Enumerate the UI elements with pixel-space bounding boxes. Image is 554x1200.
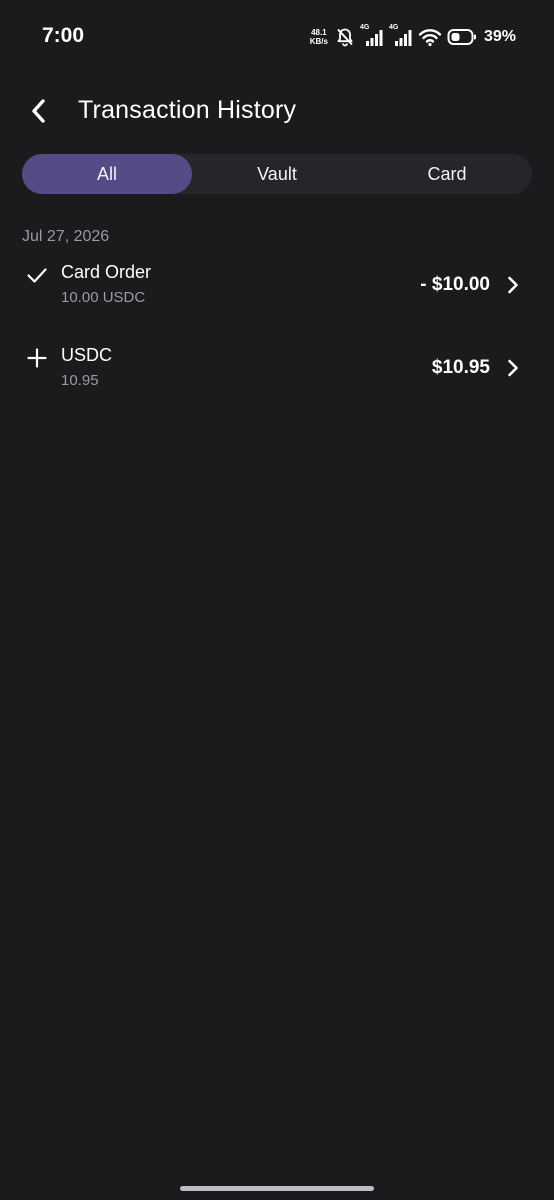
chevron-right-icon xyxy=(508,276,518,294)
wifi-icon xyxy=(418,29,442,47)
transaction-row-card-order[interactable]: Card Order 10.00 USDC - $10.00 xyxy=(0,258,554,318)
back-button[interactable] xyxy=(22,94,56,128)
home-indicator[interactable] xyxy=(180,1186,374,1191)
signal-bars-icon xyxy=(365,30,383,46)
chevron-right-icon xyxy=(508,359,518,377)
transaction-subtitle: 10.00 USDC xyxy=(61,289,146,306)
transaction-subtitle: 10.95 xyxy=(61,372,99,389)
transaction-title: Card Order xyxy=(61,262,152,282)
filter-tabs: All Vault Card xyxy=(22,154,532,194)
transaction-amount: - $10.00 xyxy=(420,274,490,295)
transaction-amount: $10.95 xyxy=(431,357,490,378)
plus-icon xyxy=(27,348,47,368)
transaction-title: USDC xyxy=(61,345,113,365)
status-time: 7:00 xyxy=(42,24,85,47)
signal-bars-icon xyxy=(394,30,412,46)
check-icon xyxy=(27,268,47,283)
page-title: Transaction History xyxy=(78,96,297,124)
date-group-header: Jul 27, 2026 xyxy=(22,228,110,245)
network-speed-unit: KB/s xyxy=(309,37,328,46)
status-bar: 7:00 48.1 KB/s 4G 4G 39% xyxy=(0,0,554,72)
bell-muted-icon xyxy=(337,28,353,47)
signal-sim1: 4G xyxy=(360,24,384,48)
tab-all[interactable]: All xyxy=(22,154,192,194)
header: Transaction History xyxy=(0,86,554,136)
chevron-left-icon xyxy=(32,99,45,123)
network-speed: 48.1 KB/s xyxy=(310,28,328,46)
status-icons: 48.1 KB/s 4G 4G 39% xyxy=(310,24,516,50)
battery-percent: 39% xyxy=(483,28,516,45)
tab-card[interactable]: Card xyxy=(362,154,532,194)
battery-icon xyxy=(447,29,476,45)
signal-sim2: 4G xyxy=(389,24,413,48)
transaction-row-usdc[interactable]: USDC 10.95 $10.95 xyxy=(0,341,554,401)
tab-vault[interactable]: Vault xyxy=(192,154,362,194)
network-speed-value: 48.1 xyxy=(311,28,327,37)
